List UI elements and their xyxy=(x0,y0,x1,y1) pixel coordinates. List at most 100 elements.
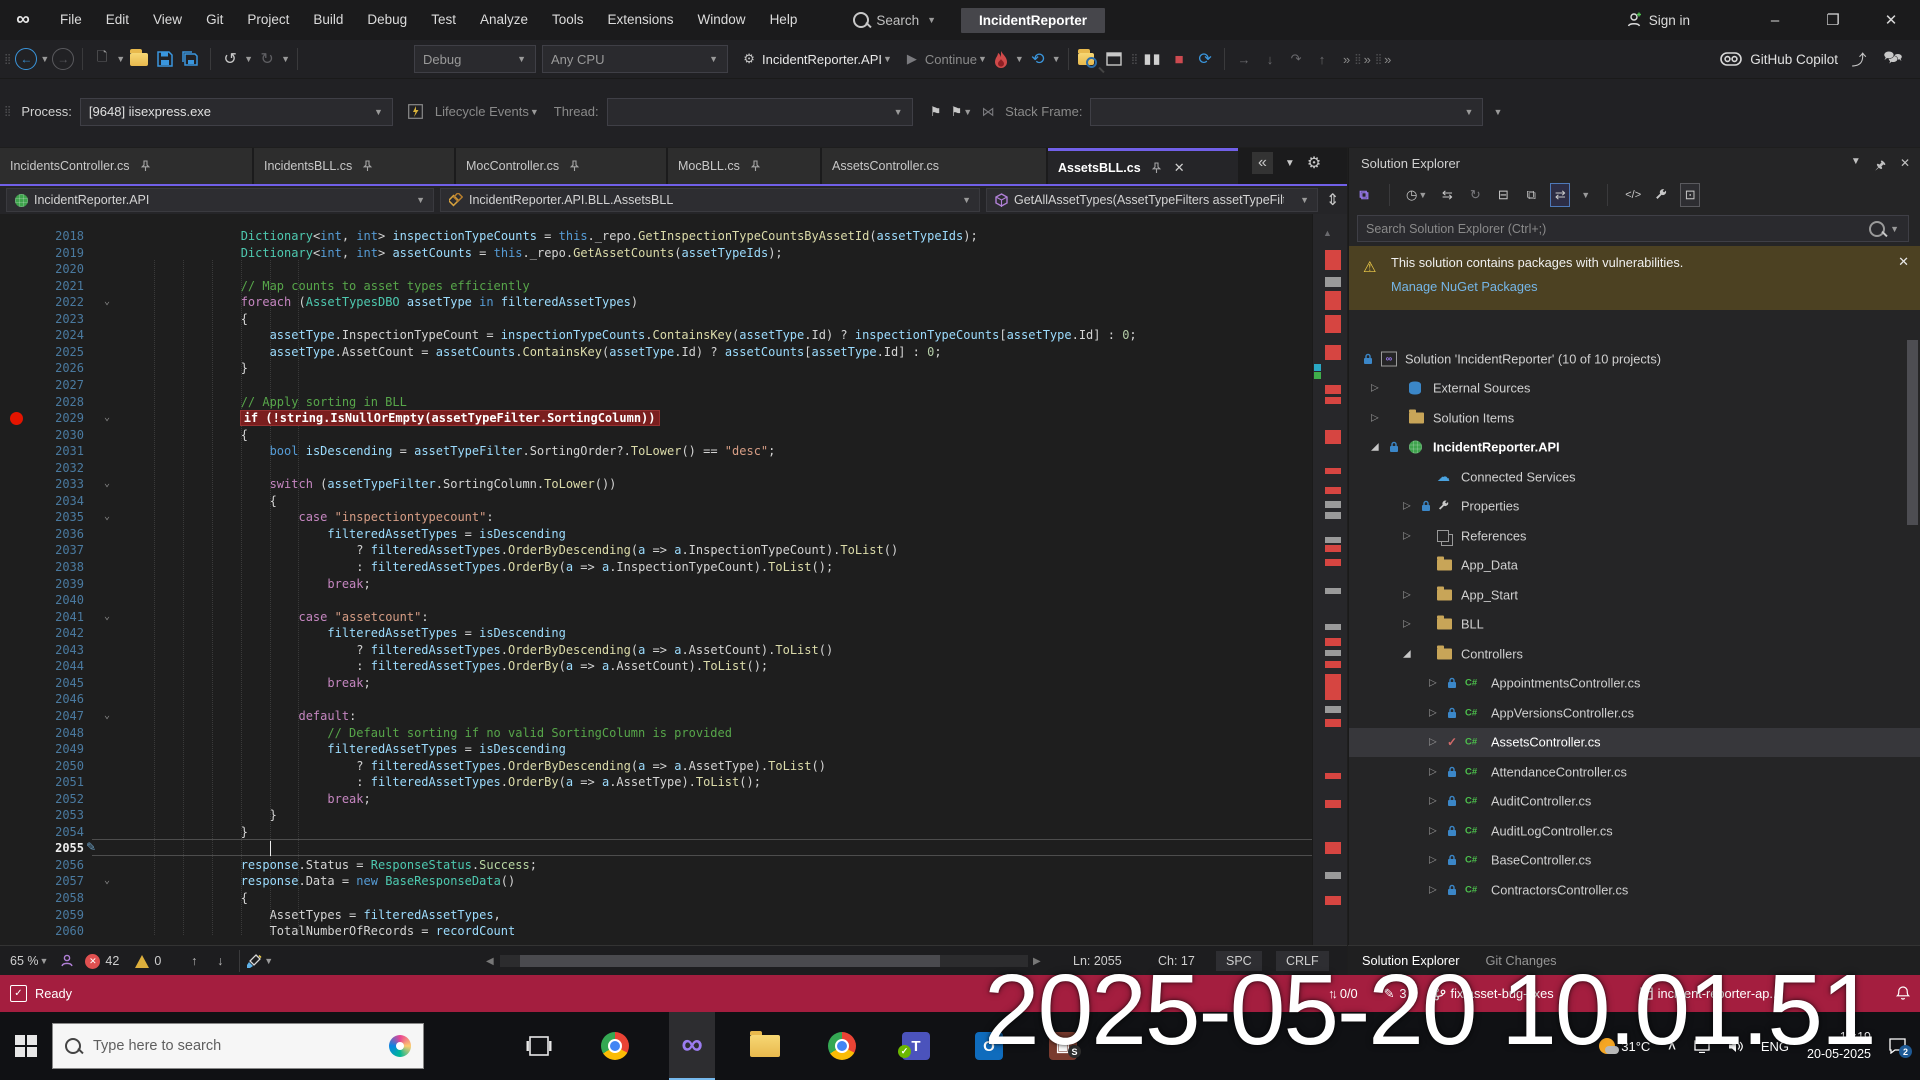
breakpoint-icon[interactable] xyxy=(10,412,23,426)
save-all-button[interactable] xyxy=(180,47,202,71)
sync-namespaces-icon[interactable]: ⇆ xyxy=(1438,184,1456,206)
menu-git[interactable]: Git xyxy=(194,12,235,27)
properties-wrench-icon[interactable] xyxy=(1652,184,1670,206)
startup-project-button[interactable]: IncidentReporter.API xyxy=(762,52,882,67)
switch-views-icon[interactable]: ⧉ xyxy=(1355,184,1373,206)
code-editor[interactable]: 2018 2019 2020 2021 2022 2023 2024 2025 2026 2027… xyxy=(0,214,1347,945)
step-into-icon[interactable]: ↓ xyxy=(1259,47,1281,71)
tree-item-coursescontroller-cs[interactable]: ▷C#CoursesController.cs xyxy=(1349,905,1920,911)
solution-explorer-scrollbar[interactable] xyxy=(1907,340,1918,525)
panel-pin-icon[interactable]: 🖈 xyxy=(1875,156,1886,177)
file-explorer-icon[interactable] xyxy=(742,1012,788,1080)
tree-item-basecontroller-cs[interactable]: ▷ C# BaseController.cs xyxy=(1349,846,1920,876)
refresh-icon[interactable]: ↻ xyxy=(1466,184,1484,206)
tab-assetscontroller-cs[interactable]: AssetsController.cs xyxy=(822,148,1046,184)
tab-incidentscontroller-cs[interactable]: IncidentsController.cs xyxy=(0,148,252,184)
tab-mocbll-cs[interactable]: MocBLL.cs xyxy=(668,148,820,184)
split-editor-icon[interactable]: ⇕ xyxy=(1326,190,1339,210)
solution-platform-dropdown[interactable]: Any CPU ▼ xyxy=(542,45,729,73)
collapse-all-icon[interactable]: ⊟ xyxy=(1494,184,1512,206)
tree-item-solution-incidentreporter-10-of-10-proje[interactable]: ∞ Solution 'IncidentReporter' (10 of 10 p… xyxy=(1349,344,1920,374)
tree-item-properties[interactable]: ▷ Properties xyxy=(1349,492,1920,522)
menu-file[interactable]: File xyxy=(48,12,94,27)
chevron-down-icon[interactable]: ▼ xyxy=(40,54,49,64)
step-out-icon[interactable]: ↷ xyxy=(1285,47,1307,71)
feedback-person-icon[interactable]: 🗫 xyxy=(1882,47,1904,71)
lifecycle-events-button[interactable]: Lifecycle Events xyxy=(435,104,529,119)
tree-item-appversionscontroller-cs[interactable]: ▷ C# AppVersionsController.cs xyxy=(1349,698,1920,728)
solution-configuration-dropdown[interactable]: Debug ▼ xyxy=(414,45,537,73)
background-tasks-icon[interactable]: ✓ xyxy=(10,985,27,1002)
copy-icon[interactable]: ⧉ xyxy=(1522,184,1540,206)
step-over-icon[interactable]: → xyxy=(1233,47,1255,71)
undo-button[interactable]: ↺ xyxy=(219,47,241,71)
tree-item-app-start[interactable]: ▷ App_Start xyxy=(1349,580,1920,610)
scrollbar-up-arrow[interactable]: ▲ xyxy=(1323,228,1332,238)
toolbar-overflow[interactable]: » xyxy=(1343,52,1350,67)
menu-view[interactable]: View xyxy=(141,12,194,27)
stack-frame-dropdown[interactable]: ▼ xyxy=(1090,97,1484,126)
start-button[interactable] xyxy=(0,1012,52,1080)
stop-button[interactable]: ■ xyxy=(1168,47,1190,71)
menu-edit[interactable]: Edit xyxy=(94,12,141,27)
minimize-button[interactable]: – xyxy=(1746,0,1804,40)
find-in-files-icon[interactable] xyxy=(1077,47,1099,71)
tree-item-controllers[interactable]: ◢ Controllers xyxy=(1349,639,1920,669)
tree-item-bll[interactable]: ▷ BLL xyxy=(1349,610,1920,640)
pending-changes-filter-icon[interactable]: ◷ ▼ xyxy=(1406,184,1428,206)
flag-threads-icon[interactable]: ⚑ ▼ xyxy=(951,100,974,124)
project-dropdown[interactable]: IncidentReporter.API ▼ xyxy=(6,188,434,212)
action-center-icon[interactable]: 2 xyxy=(1889,1038,1912,1058)
hot-reload-icon[interactable] xyxy=(990,47,1012,71)
share-icon[interactable]: ⤴ xyxy=(1848,47,1870,71)
tree-item-auditcontroller-cs[interactable]: ▷ C# AuditController.cs xyxy=(1349,787,1920,817)
navigate-back-button[interactable]: ← xyxy=(15,48,38,70)
restore-button[interactable]: ❐ xyxy=(1804,0,1862,40)
tree-item-app-data[interactable]: App_Data xyxy=(1349,551,1920,581)
tree-item-auditlogcontroller-cs[interactable]: ▷ C# AuditLogController.cs xyxy=(1349,816,1920,846)
thread-dropdown[interactable]: ▼ xyxy=(606,97,913,126)
tree-item-attendancecontroller-cs[interactable]: ▷ C# AttendanceController.cs xyxy=(1349,757,1920,787)
window-layout-icon[interactable] xyxy=(1103,47,1125,71)
type-dropdown[interactable]: IncidentReporter.API.BLL.AssetsBLL ▼ xyxy=(440,188,980,212)
pause-button[interactable]: ▮▮ xyxy=(1142,47,1164,71)
tree-item-appointmentscontroller-cs[interactable]: ▷ C# AppointmentsController.cs xyxy=(1349,669,1920,699)
tree-item-references[interactable]: ▷ References xyxy=(1349,521,1920,551)
view-code-icon[interactable]: </> xyxy=(1624,184,1642,206)
tree-item-incidentreporter-api[interactable]: ◢ IncidentReporter.API xyxy=(1349,433,1920,463)
new-item-button[interactable]: 🗋 xyxy=(91,47,113,71)
tab-options-gear-icon[interactable]: ⚙ xyxy=(1307,153,1321,173)
chrome-icon-2[interactable] xyxy=(819,1012,865,1080)
error-count[interactable]: 42 xyxy=(105,954,119,968)
member-dropdown[interactable]: GetAllAssetTypes(AssetTypeFilters assetT… xyxy=(986,188,1318,212)
banner-close-icon[interactable]: ✕ xyxy=(1898,254,1909,270)
panel-close-icon[interactable]: ✕ xyxy=(1900,156,1910,177)
visual-studio-taskbar-icon[interactable]: ∞ xyxy=(669,1012,715,1080)
menu-window[interactable]: Window xyxy=(686,12,758,27)
teams-icon[interactable]: T ✓ xyxy=(893,1012,939,1080)
menu-tools[interactable]: Tools xyxy=(540,12,596,27)
tree-item-solution-items[interactable]: ▷ Solution Items xyxy=(1349,403,1920,433)
menu-help[interactable]: Help xyxy=(758,12,810,27)
tree-item-assetscontroller-cs[interactable]: ▷ ✓ C# AssetsController.cs xyxy=(1349,727,1920,757)
tree-item-connected-services[interactable]: ☁ Connected Services xyxy=(1349,462,1920,492)
sync-with-active-document-icon[interactable]: ⇄ xyxy=(1550,183,1571,207)
copilot-button[interactable]: GitHub Copilot xyxy=(1750,52,1838,67)
step-back-icon[interactable]: ↑ xyxy=(1311,47,1333,71)
loop-icon[interactable]: ⋈ xyxy=(977,100,999,124)
tree-item-external-sources[interactable]: ▷ External Sources xyxy=(1349,374,1920,404)
menu-debug[interactable]: Debug xyxy=(355,12,419,27)
manage-nuget-link[interactable]: Manage NuGet Packages xyxy=(1391,279,1538,294)
zoom-dropdown[interactable]: 65 % xyxy=(10,954,39,968)
next-issue-icon[interactable]: ↓ xyxy=(209,949,231,973)
menu-build[interactable]: Build xyxy=(301,12,355,27)
toolbar-grip[interactable]: ⣿ xyxy=(4,54,11,65)
tree-item-contractorscontroller-cs[interactable]: ▷ C# ContractorsController.cs xyxy=(1349,875,1920,905)
solution-search-input[interactable]: Search Solution Explorer (Ctrl+;) ▼ xyxy=(1357,215,1909,242)
sign-in-button[interactable]: Sign in xyxy=(1626,12,1690,28)
tab-assetsbll-cs[interactable]: AssetsBLL.cs ✕ xyxy=(1048,148,1238,184)
prev-issue-icon[interactable]: ↑ xyxy=(183,949,205,973)
warning-count[interactable]: 0 xyxy=(154,954,161,968)
restart-icon[interactable]: ⟲ xyxy=(1027,47,1049,71)
save-button[interactable] xyxy=(154,47,176,71)
